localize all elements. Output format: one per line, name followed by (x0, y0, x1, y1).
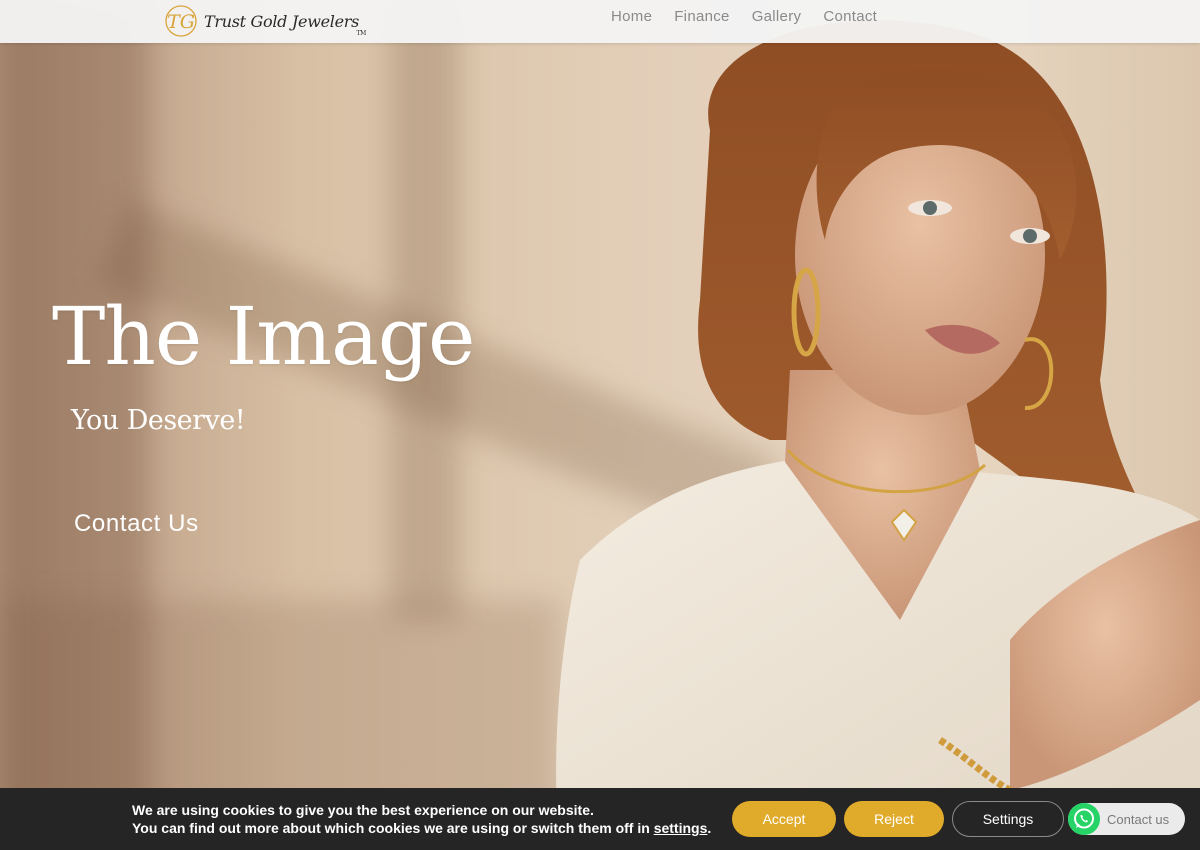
reject-cookies-button[interactable]: Reject (844, 801, 944, 837)
cookie-banner: We are using cookies to give you the bes… (0, 788, 1200, 850)
nav-finance[interactable]: Finance (674, 8, 729, 25)
model-photo (556, 20, 1200, 850)
brand-logo[interactable]: TG Trust Gold Jewelers TM (163, 3, 367, 39)
tg-monogram-icon: TG (165, 5, 197, 37)
whatsapp-icon (1068, 803, 1100, 835)
hero-subtitle: You Deserve! (71, 405, 246, 436)
whatsapp-label: Contact us (1107, 811, 1170, 827)
cookie-settings-button[interactable]: Settings (952, 801, 1064, 837)
cookie-message: We are using cookies to give you the bes… (132, 801, 711, 837)
whatsapp-contact-button[interactable]: Contact us (1068, 803, 1185, 835)
brand-name: Trust Gold Jewelers TM (204, 11, 367, 37)
cookie-line-2: You can find out more about which cookie… (132, 820, 712, 836)
main-menu: Home Finance Gallery Contact (611, 8, 877, 25)
nav-gallery[interactable]: Gallery (752, 8, 802, 25)
logo-monogram-text: TG (167, 11, 195, 33)
accept-cookies-button[interactable]: Accept (732, 801, 836, 837)
top-nav: TG Trust Gold Jewelers TM Home Finance Ga… (0, 0, 1200, 43)
cookie-line-1: We are using cookies to give you the bes… (132, 802, 594, 818)
nav-home[interactable]: Home (611, 8, 652, 25)
hero-title: The Image (52, 290, 475, 383)
cookie-settings-link[interactable]: settings (654, 820, 708, 836)
trademark: TM (356, 29, 367, 37)
contact-us-button[interactable]: Contact Us (74, 510, 199, 538)
nav-contact[interactable]: Contact (823, 8, 877, 25)
